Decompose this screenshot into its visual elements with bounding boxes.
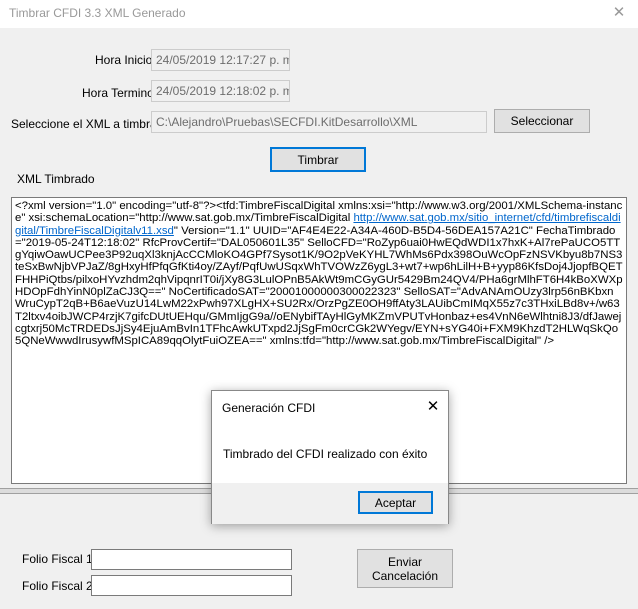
hora-inicio-field: 24/05/2019 12:17:27 p. m. xyxy=(151,49,290,71)
xml-text-part2: " Version="1.1" UUID="AF4E4E22-A34A-460D… xyxy=(15,224,623,348)
send-cancel-button[interactable]: Enviar Cancelación xyxy=(357,549,453,588)
xml-timbrado-label: XML Timbrado xyxy=(17,172,95,186)
folio2-input[interactable] xyxy=(91,575,292,596)
dialog-footer: Aceptar xyxy=(212,483,448,524)
hora-inicio-label: Hora Inicio xyxy=(95,53,153,67)
stamp-button[interactable]: Timbrar xyxy=(270,147,366,172)
hora-termino-field: 24/05/2019 12:18:02 p. m. xyxy=(151,80,290,102)
folio1-label: Folio Fiscal 1: xyxy=(22,552,97,566)
dialog-message: Timbrado del CFDI realizado con éxito xyxy=(223,447,428,461)
dialog-close-icon[interactable]: ✕ xyxy=(424,398,442,416)
folio1-input[interactable] xyxy=(91,549,292,570)
title-bar: Timbrar CFDI 3.3 XML Generado ✕ xyxy=(0,0,638,28)
message-dialog: Generación CFDI ✕ Timbrado del CFDI real… xyxy=(211,390,449,524)
hora-termino-label: Hora Termino xyxy=(82,86,154,100)
xml-path-label: Seleccione el XML a timbrar: xyxy=(11,117,164,131)
folio2-label: Folio Fiscal 2: xyxy=(22,579,97,593)
dialog-title: Generación CFDI xyxy=(222,401,316,415)
window-title: Timbrar CFDI 3.3 XML Generado xyxy=(9,6,186,20)
close-icon[interactable]: ✕ xyxy=(610,4,628,22)
main-window: Timbrar CFDI 3.3 XML Generado ✕ Hora Ini… xyxy=(0,0,638,609)
xml-path-field: C:\Alejandro\Pruebas\SECFDI.KitDesarroll… xyxy=(151,111,487,133)
select-button[interactable]: Seleccionar xyxy=(494,109,590,133)
accept-button[interactable]: Aceptar xyxy=(358,491,433,514)
